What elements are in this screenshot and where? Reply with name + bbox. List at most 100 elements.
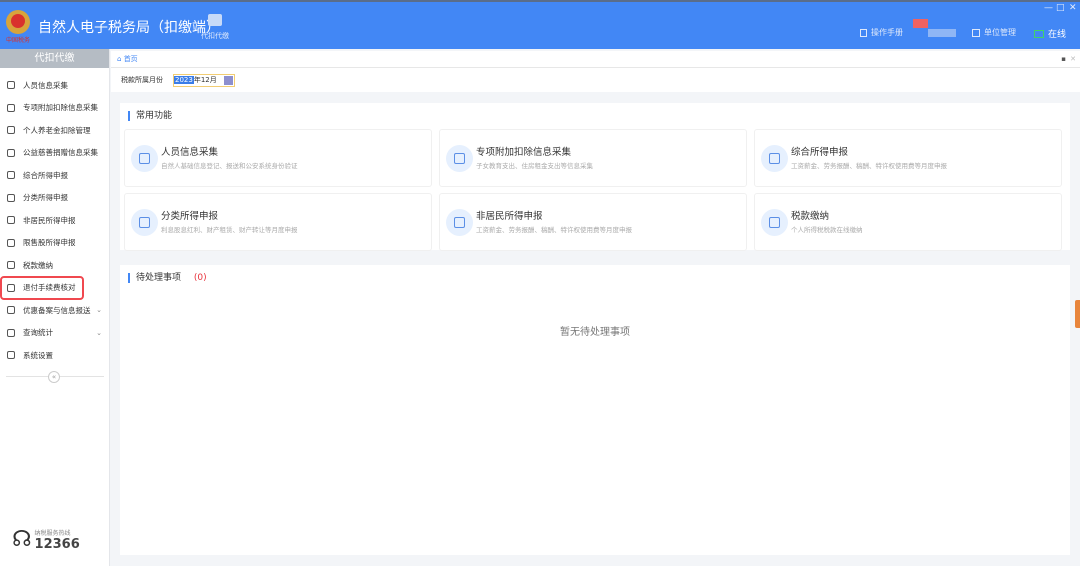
- sidebar-header: 代扣代缴: [0, 49, 109, 68]
- unit-management-button[interactable]: 单位管理: [972, 27, 1016, 38]
- close-button[interactable]: ✕: [1069, 3, 1077, 13]
- panel-title: 待处理事项 (0): [128, 273, 207, 283]
- sidebar-item[interactable]: 非居民所得申报: [0, 210, 108, 230]
- sidebar-item[interactable]: 公益慈善捐赠信息采集: [0, 143, 108, 163]
- dropdown-icon[interactable]: [224, 75, 233, 85]
- month-text: 年12月: [193, 76, 217, 84]
- sidebar-item-label: 人员信息采集: [23, 80, 68, 90]
- document-icon: [7, 126, 15, 134]
- card-desc: 工资薪金、劳务报酬、稿酬、特许权使用费等月度申报: [476, 226, 632, 234]
- sidebar-item[interactable]: 综合所得申报: [0, 165, 108, 185]
- headset-icon: ☊: [12, 527, 32, 552]
- sidebar: 代扣代缴 人员信息采集专项附加扣除信息采集个人养老金扣除管理 公益慈善捐赠信息采集…: [0, 49, 110, 566]
- online-status: 在线: [1034, 27, 1066, 40]
- sidebar-item[interactable]: 优惠备案与信息报送 ⌄: [0, 300, 108, 320]
- sidebar-item-label: 税款缴纳: [23, 260, 53, 270]
- tab-home[interactable]: 首页: [124, 55, 138, 63]
- collapse-sidebar-button[interactable]: «: [48, 371, 60, 383]
- file-icon: [7, 306, 15, 314]
- sidebar-item[interactable]: 系统设置: [0, 345, 108, 365]
- building-icon: [972, 28, 980, 37]
- tab-restore-icon[interactable]: ▪: [1061, 51, 1066, 68]
- sidebar-item-label: 限售股所得申报: [23, 238, 76, 247]
- card-desc: 个人所得税税款在线缴纳: [791, 226, 863, 234]
- sidebar-item[interactable]: 个人养老金扣除管理: [0, 120, 108, 140]
- pie-icon: [7, 193, 15, 202]
- svg-text:中国税务: 中国税务: [6, 36, 30, 44]
- sidebar-item[interactable]: 人员信息采集: [0, 75, 108, 95]
- manual-icon: [860, 28, 867, 37]
- month-label: 税款所属月份: [121, 76, 163, 84]
- month-input[interactable]: 2023 年12月: [173, 73, 235, 87]
- function-icon: [131, 145, 158, 172]
- card-title: 专项附加扣除信息采集: [476, 147, 572, 158]
- bar-chart-icon: [7, 238, 15, 247]
- sidebar-item[interactable]: 限售股所得申报: [0, 233, 108, 253]
- sidebar-item[interactable]: 查询统计 ⌄: [0, 323, 108, 343]
- function-icon: [761, 145, 788, 172]
- sidebar-item-label: 查询统计: [23, 328, 53, 337]
- maximize-button[interactable]: □: [1056, 3, 1065, 13]
- app-title: 自然人电子税务局（扣缴端）: [38, 20, 220, 36]
- folder-icon: [7, 261, 15, 269]
- function-card[interactable]: 分类所得申报利息股息红利、财产租赁、财产转让等月度申报: [124, 193, 432, 251]
- tab-bar: ⌂ 首页 ▪ ✕: [111, 51, 1080, 68]
- withholding-tool-button[interactable]: 代扣代缴: [198, 14, 232, 41]
- year-selected: 2023: [174, 76, 194, 84]
- function-icon: [131, 209, 158, 236]
- side-float-tab[interactable]: [1075, 300, 1080, 328]
- sidebar-item-label: 优惠备案与信息报送: [23, 305, 91, 315]
- sidebar-item[interactable]: 退付手续费核对: [0, 275, 84, 300]
- function-icon: [446, 209, 473, 236]
- list-icon: [7, 103, 15, 112]
- month-filter: 税款所属月份 2023 年12月: [111, 68, 1080, 92]
- function-card[interactable]: 非居民所得申报工资薪金、劳务报酬、稿酬、特许权使用费等月度申报: [439, 193, 747, 251]
- tax-emblem-logo: 中国税务: [6, 10, 30, 44]
- layers-icon: [7, 171, 15, 179]
- empty-message: 暂无待处理事项: [560, 327, 630, 338]
- donation-icon: [7, 148, 15, 157]
- card-title: 非居民所得申报: [476, 211, 543, 222]
- function-card[interactable]: 综合所得申报工资薪金、劳务报酬、稿酬、特许权使用费等月度申报: [754, 129, 1062, 187]
- card-desc: 自然人基础信息登记、报送和公安系统身份验证: [161, 162, 298, 170]
- card-title: 税款缴纳: [791, 211, 830, 222]
- home-icon: ⌂: [117, 55, 122, 63]
- manual-button[interactable]: 操作手册: [860, 27, 903, 38]
- sidebar-item[interactable]: 专项附加扣除信息采集: [0, 98, 108, 118]
- pending-title: 待处理事项: [136, 273, 182, 283]
- gear-icon: [7, 351, 15, 359]
- pending-count: (0): [193, 273, 207, 283]
- card-title: 人员信息采集: [161, 147, 219, 158]
- card-desc: 利息股息红利、财产租赁、财产转让等月度申报: [161, 226, 298, 234]
- sidebar-item-label: 公益慈善捐赠信息采集: [23, 148, 98, 157]
- card-title: 综合所得申报: [791, 147, 849, 158]
- card-title: 分类所得申报: [161, 211, 219, 222]
- sidebar-item-label: 退付手续费核对: [23, 283, 76, 292]
- checklist-icon: [7, 283, 15, 292]
- hotline: ☊ 纳税服务热线 12366: [12, 527, 80, 552]
- function-card[interactable]: 税款缴纳个人所得税税款在线缴纳: [754, 193, 1062, 251]
- sidebar-item-label: 系统设置: [23, 350, 53, 360]
- person-icon: [7, 81, 15, 89]
- status-label: 在线: [1048, 30, 1067, 40]
- search-doc-icon: [7, 328, 15, 337]
- sidebar-item-label: 分类所得申报: [23, 193, 68, 202]
- monitor-check-icon: [1034, 29, 1044, 38]
- user-avatar-blurred[interactable]: [913, 19, 957, 37]
- card-desc: 工资薪金、劳务报酬、稿酬、特许权使用费等月度申报: [791, 162, 947, 170]
- function-card[interactable]: 专项附加扣除信息采集 子女教育支出、住房租金支出等信息采集: [439, 129, 747, 187]
- function-card[interactable]: 人员信息采集自然人基础信息登记、报送和公安系统身份验证: [124, 129, 432, 187]
- chevron-down-icon: ⌄: [96, 306, 102, 314]
- sidebar-item[interactable]: 税款缴纳: [0, 255, 108, 275]
- sidebar-item[interactable]: 分类所得申报: [0, 188, 108, 208]
- hotline-number: 12366: [34, 536, 80, 552]
- chevron-down-icon: ⌄: [96, 328, 102, 337]
- tab-close-icon[interactable]: ✕: [1070, 51, 1076, 68]
- tool-label: 代扣代缴: [201, 32, 229, 40]
- sidebar-item-label: 综合所得申报: [23, 170, 68, 180]
- minimize-button[interactable]: —: [1044, 3, 1053, 13]
- hotline-label: 纳税服务热线: [34, 529, 71, 537]
- sidebar-item-label: 个人养老金扣除管理: [23, 125, 91, 135]
- function-icon: [761, 209, 788, 236]
- unit-label: 单位管理: [984, 28, 1016, 37]
